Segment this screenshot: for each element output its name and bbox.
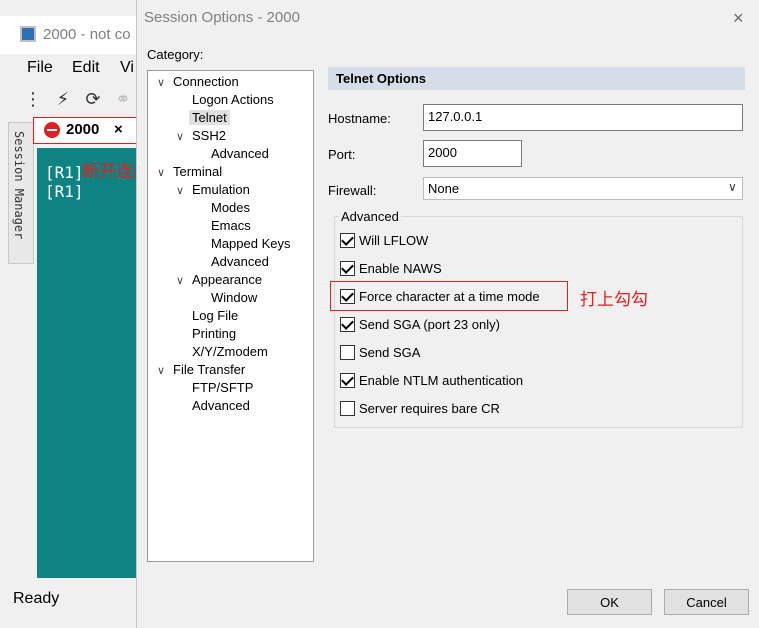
reconnect-icon[interactable]: ⟳ bbox=[82, 88, 104, 110]
session-manager-label: Session Manager bbox=[12, 131, 26, 240]
enable-ntlm-label: Enable NTLM authentication bbox=[359, 373, 524, 388]
advanced-group-label: Advanced bbox=[339, 209, 401, 224]
lightning-icon[interactable]: ⚡ bbox=[52, 88, 74, 110]
tree-item-terminal[interactable]: Terminal bbox=[173, 164, 222, 179]
enable-naws-label: Enable NAWS bbox=[359, 261, 442, 276]
send-sga-checkbox[interactable] bbox=[340, 345, 355, 360]
status-bar: Ready bbox=[13, 590, 60, 607]
tree-item-ftp-sftp[interactable]: FTP/SFTP bbox=[192, 380, 253, 395]
main-window: 2000 - not co File Edit Vi ⋮ ⚡ ⟳ ⚭ Sessi… bbox=[0, 0, 150, 628]
menu-file[interactable]: File bbox=[27, 59, 53, 77]
panel-title: Telnet Options bbox=[336, 71, 427, 86]
chevron-down-icon[interactable]: ∨ bbox=[157, 76, 165, 89]
tree-item-mapped-keys[interactable]: Mapped Keys bbox=[211, 236, 291, 251]
enable-ntlm-checkbox[interactable] bbox=[340, 373, 355, 388]
tree-item-xyzmodem[interactable]: X/Y/Zmodem bbox=[192, 344, 268, 359]
tree-item-emulation-advanced[interactable]: Advanced bbox=[211, 254, 269, 269]
bare-cr-checkbox[interactable] bbox=[340, 401, 355, 416]
tree-item-appearance[interactable]: Appearance bbox=[192, 272, 262, 287]
send-sga-port23-label: Send SGA (port 23 only) bbox=[359, 317, 500, 332]
tree-item-modes[interactable]: Modes bbox=[211, 200, 250, 215]
tree-item-file-transfer[interactable]: File Transfer bbox=[173, 362, 245, 377]
send-sga-port23-checkbox[interactable] bbox=[340, 317, 355, 332]
tree-item-emulation[interactable]: Emulation bbox=[192, 182, 250, 197]
port-input[interactable]: 2000 bbox=[423, 140, 522, 167]
chevron-down-icon[interactable]: ∨ bbox=[157, 166, 165, 179]
tree-item-ssh2[interactable]: SSH2 bbox=[192, 128, 226, 143]
ok-button[interactable]: OK bbox=[567, 589, 652, 615]
annotation-box-tab bbox=[33, 117, 146, 144]
tree-item-emacs[interactable]: Emacs bbox=[211, 218, 251, 233]
link-icon[interactable]: ⚭ bbox=[112, 88, 134, 110]
chevron-down-icon[interactable]: ∨ bbox=[176, 274, 184, 287]
terminal-area[interactable] bbox=[37, 148, 136, 578]
menu-bar bbox=[0, 56, 136, 80]
terminal-line: [R1] bbox=[45, 182, 84, 201]
tree-item-printing[interactable]: Printing bbox=[192, 326, 236, 341]
app-icon bbox=[20, 26, 36, 42]
hostname-input[interactable]: 127.0.0.1 bbox=[423, 104, 743, 131]
annotation-box-force-char bbox=[330, 281, 568, 311]
chevron-down-icon[interactable]: ∨ bbox=[176, 184, 184, 197]
chevron-down-icon[interactable]: ∨ bbox=[728, 180, 737, 194]
tree-item-window[interactable]: Window bbox=[211, 290, 257, 305]
bare-cr-label: Server requires bare CR bbox=[359, 401, 500, 416]
firewall-label: Firewall: bbox=[328, 183, 377, 198]
tree-item-connection[interactable]: Connection bbox=[173, 74, 239, 89]
will-lflow-label: Will LFLOW bbox=[359, 233, 429, 248]
enable-naws-checkbox[interactable] bbox=[340, 261, 355, 276]
menu-edit[interactable]: Edit bbox=[72, 59, 100, 77]
chevron-down-icon[interactable]: ∨ bbox=[176, 130, 184, 143]
chevron-down-icon[interactable]: ∨ bbox=[157, 364, 165, 377]
port-label: Port: bbox=[328, 147, 356, 162]
menu-view[interactable]: Vi bbox=[120, 59, 134, 77]
firewall-value: None bbox=[428, 181, 460, 196]
main-window-title: 2000 - not co bbox=[43, 26, 131, 43]
send-sga-label: Send SGA bbox=[359, 345, 421, 360]
tree-item-ssh2-advanced[interactable]: Advanced bbox=[211, 146, 269, 161]
hostname-label: Hostname: bbox=[328, 111, 391, 126]
connect-tree-icon[interactable]: ⋮ bbox=[22, 88, 44, 110]
tree-item-logon-actions[interactable]: Logon Actions bbox=[192, 92, 274, 107]
close-icon[interactable]: × bbox=[733, 8, 744, 29]
tree-item-telnet[interactable]: Telnet bbox=[189, 110, 230, 125]
terminal-line: [R1] bbox=[45, 163, 84, 182]
category-label: Category: bbox=[147, 47, 204, 62]
annotation-check-it: 打上勾勾 bbox=[580, 290, 648, 309]
tree-item-log-file[interactable]: Log File bbox=[192, 308, 238, 323]
dialog-title: Session Options - 2000 bbox=[144, 9, 300, 26]
will-lflow-checkbox[interactable] bbox=[340, 233, 355, 248]
cancel-button[interactable]: Cancel bbox=[664, 589, 749, 615]
firewall-select[interactable] bbox=[423, 177, 743, 200]
tree-item-file-transfer-advanced[interactable]: Advanced bbox=[192, 398, 250, 413]
session-manager-tab[interactable]: Session Manager bbox=[8, 122, 34, 264]
